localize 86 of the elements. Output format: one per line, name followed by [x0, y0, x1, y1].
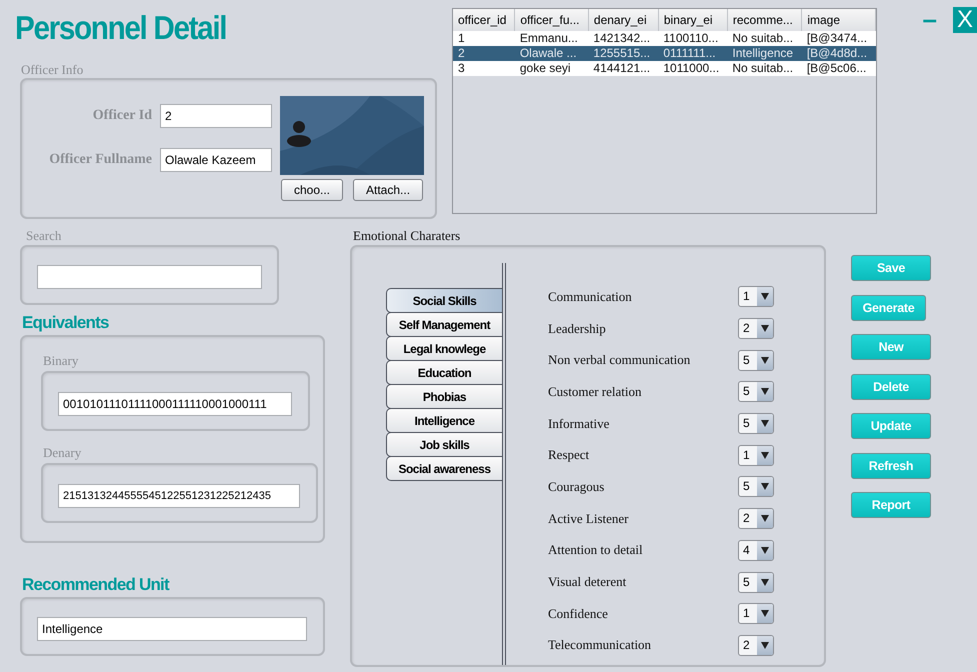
category-tab[interactable]: Self Management [386, 312, 502, 337]
rating-dropdown[interactable]: 5 [738, 381, 774, 402]
category-tab[interactable]: Intelligence [386, 408, 502, 433]
column-header[interactable]: binary_ei [658, 9, 728, 31]
rating-dropdown[interactable]: 2 [738, 508, 774, 530]
trait-label: Active Listener [548, 510, 630, 527]
field-label: Binary [43, 353, 80, 369]
binary-field[interactable]: 00101011101111000111110001000111 [58, 392, 292, 416]
category-tab[interactable]: Job skills [386, 432, 502, 457]
table-cell[interactable]: Intelligence [727, 46, 802, 61]
column-header[interactable]: officer_id [453, 9, 515, 31]
field-label: Officer Id [92, 108, 152, 124]
caret-icon [761, 452, 769, 459]
table-cell[interactable]: 1421342... [588, 31, 658, 46]
trait-label: Informative [548, 416, 610, 432]
caret-icon [761, 578, 769, 586]
table-cell[interactable]: Emmanu... [514, 31, 588, 46]
category-tab[interactable]: Education [386, 360, 502, 385]
trait-label: Respect [548, 447, 590, 464]
trait-label: Non verbal communication [548, 352, 692, 368]
caret-icon [761, 515, 769, 522]
trait-label: Visual deterent [548, 574, 628, 590]
caret-icon [761, 642, 769, 649]
rating-dropdown[interactable]: 1 [738, 286, 774, 308]
caret-icon [761, 483, 769, 490]
table-cell[interactable]: [B@5c06... [802, 61, 876, 76]
input-field[interactable]: 2 [160, 104, 272, 128]
table-cell[interactable]: 0111111... [658, 46, 728, 61]
recommended-field[interactable]: Intelligence [37, 617, 307, 641]
table-cell[interactable]: 1011000... [658, 61, 728, 76]
caret-icon [761, 356, 769, 364]
trait-label: Confidence [548, 606, 609, 622]
field-label: Officer Fullname [48, 152, 152, 168]
trait-label: Couragous [548, 478, 606, 495]
table-cell[interactable]: 2 [453, 46, 515, 61]
category-tab[interactable]: Social Skills [386, 288, 502, 313]
file-button[interactable]: Attach... [353, 179, 424, 201]
rating-dropdown[interactable]: 5 [738, 350, 774, 371]
section-label: Search [26, 228, 62, 244]
rating-dropdown[interactable]: 1 [738, 444, 774, 466]
caret-icon [761, 325, 769, 332]
section-heading: Recommended Unit [22, 575, 170, 595]
table-cell[interactable]: No suitab... [727, 31, 802, 46]
category-tab[interactable]: Social awareness [386, 456, 502, 481]
table-cell[interactable]: goke seyi [514, 61, 588, 76]
table-cell[interactable]: Olawale ... [514, 46, 588, 61]
category-tab[interactable]: Phobias [386, 384, 502, 409]
trait-label: Telecommunication [548, 637, 652, 654]
table-cell[interactable]: [B@4d8d... [802, 46, 876, 61]
section-heading: Equivalents [22, 313, 110, 333]
caret-icon [761, 388, 769, 396]
trait-label: Customer relation [548, 384, 643, 400]
caret-icon [761, 610, 769, 618]
caret-icon [761, 546, 769, 554]
table-cell[interactable]: 3 [453, 61, 515, 76]
caret-icon [761, 420, 769, 428]
column-header[interactable]: recomme... [727, 9, 802, 31]
table-cell[interactable]: 4144121... [588, 61, 658, 76]
table-cell[interactable]: No suitab... [727, 61, 802, 76]
file-button[interactable]: choo... [280, 179, 343, 201]
category-tab[interactable]: Legal knowlege [386, 336, 502, 361]
trait-label: Attention to detail [548, 542, 644, 558]
rating-dropdown[interactable]: 5 [738, 476, 774, 498]
table-cell[interactable]: 1255515... [588, 46, 658, 61]
table-cell[interactable]: [B@3474... [802, 31, 876, 46]
input-field[interactable]: Olawale Kazeem [160, 148, 272, 172]
column-header[interactable]: image [802, 9, 876, 31]
rating-dropdown[interactable]: 5 [738, 413, 774, 434]
section-label: Emotional Charaters [353, 228, 462, 244]
table-cell[interactable]: 1100110... [658, 31, 728, 46]
caret-icon [761, 293, 769, 300]
column-header[interactable]: denary_ei [588, 9, 658, 31]
denary-field[interactable]: 2151313244555545122551231225212435 [58, 484, 300, 508]
rating-dropdown[interactable]: 1 [738, 603, 774, 624]
search-field[interactable] [37, 265, 262, 289]
trait-label: Leadership [548, 320, 607, 337]
rating-dropdown[interactable]: 5 [738, 572, 774, 593]
table-cell[interactable]: 1 [453, 31, 515, 46]
rating-dropdown[interactable]: 2 [738, 634, 774, 656]
column-header[interactable]: officer_fu... [514, 9, 588, 31]
page-title: Personnel Detail [15, 8, 228, 48]
field-label: Denary [43, 445, 82, 461]
trait-label: Communication [548, 288, 633, 305]
rating-dropdown[interactable]: 2 [738, 318, 774, 340]
section-label: Officer Info [21, 62, 84, 78]
rating-dropdown[interactable]: 4 [738, 540, 774, 561]
